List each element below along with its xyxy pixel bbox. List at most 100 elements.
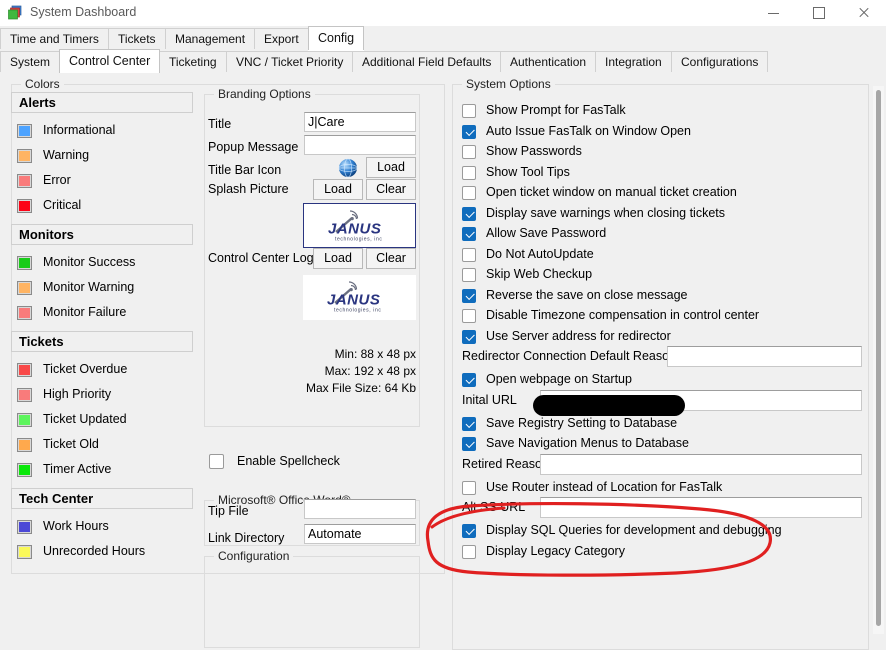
checkbox-open-ticket-window-on-manual-ticket-creation[interactable] xyxy=(462,186,476,200)
svg-text:technologies, inc: technologies, inc xyxy=(335,237,382,243)
checkbox-show-tool-tips[interactable] xyxy=(462,165,476,180)
color-row[interactable]: Ticket Overdue xyxy=(11,359,197,385)
title-bar-icon-load-button[interactable]: Load xyxy=(366,157,416,178)
checkbox-use-router-instead-of-location-for-fastalk[interactable] xyxy=(462,480,476,495)
close-button[interactable] xyxy=(841,0,886,26)
color-swatch[interactable] xyxy=(17,413,32,427)
color-swatch[interactable] xyxy=(17,256,32,270)
title-input[interactable] xyxy=(304,112,416,132)
color-row[interactable]: Warning xyxy=(11,145,197,171)
checkbox-display-save-warnings-when-closing-tickets[interactable] xyxy=(462,206,476,221)
tab-config[interactable]: Config xyxy=(308,26,365,50)
subtab-system[interactable]: System xyxy=(0,51,61,72)
color-row[interactable]: Informational xyxy=(11,120,197,146)
subtab-ticketing[interactable]: Ticketing xyxy=(159,51,227,72)
color-row[interactable]: Monitor Failure xyxy=(11,302,197,328)
color-swatch[interactable] xyxy=(17,463,32,477)
label-redirector-connection-default-reason: Redirector Connection Default Reason xyxy=(462,349,677,363)
enable-spellcheck-checkbox[interactable] xyxy=(209,454,224,469)
input-retired-reason[interactable] xyxy=(540,453,862,475)
checkbox-save-registry-setting-to-database[interactable] xyxy=(462,416,476,431)
color-label: Informational xyxy=(43,123,116,137)
color-swatch[interactable] xyxy=(17,520,32,534)
link-directory-input[interactable] xyxy=(304,524,416,544)
color-swatch[interactable] xyxy=(17,174,32,188)
control-center-logo-preview: JANUS technologies, inc xyxy=(303,275,416,320)
color-swatch[interactable] xyxy=(17,388,32,402)
label-allow-save-password: Allow Save Password xyxy=(486,226,607,240)
color-row[interactable]: Ticket Old xyxy=(11,434,197,460)
tab-export[interactable]: Export xyxy=(254,28,309,49)
input-alt-ss-url[interactable] xyxy=(540,497,862,518)
color-row[interactable]: Critical xyxy=(11,195,197,221)
checkbox-disable-timezone-compensation-in-control-center[interactable] xyxy=(462,309,476,323)
label-open-webpage-on-startup: Open webpage on Startup xyxy=(486,372,632,386)
tab-tickets[interactable]: Tickets xyxy=(108,28,166,49)
branding-group-label: Branding Options xyxy=(214,87,315,101)
color-section-title: Alerts xyxy=(19,95,56,110)
configuration-group-label: Configuration xyxy=(214,549,294,563)
redaction-initial-url xyxy=(533,395,685,416)
splash-picture-load-button[interactable]: Load xyxy=(313,179,363,200)
label-do-not-autoupdate: Do Not AutoUpdate xyxy=(486,246,594,261)
label-display-legacy-category: Display Legacy Category xyxy=(486,543,625,558)
tab-time-and-timers[interactable]: Time and Timers xyxy=(0,28,109,49)
subtab-vnc-ticket-priority[interactable]: VNC / Ticket Priority xyxy=(226,51,354,72)
subtab-configurations[interactable]: Configurations xyxy=(671,51,769,72)
maximize-button[interactable] xyxy=(796,0,841,26)
label-show-tool-tips: Show Tool Tips xyxy=(486,164,570,179)
color-row[interactable]: Monitor Warning xyxy=(11,277,197,303)
color-row[interactable]: Ticket Updated xyxy=(11,409,197,435)
input-redirector-connection-default-reason[interactable] xyxy=(667,346,862,367)
color-row[interactable]: Monitor Success xyxy=(11,252,197,278)
color-swatch[interactable] xyxy=(17,199,32,213)
subtab-authentication[interactable]: Authentication xyxy=(500,51,597,72)
tab-management[interactable]: Management xyxy=(165,28,256,49)
color-row[interactable]: Work Hours xyxy=(11,516,197,542)
color-swatch-fill xyxy=(19,440,30,450)
color-row[interactable]: Unrecorded Hours xyxy=(11,541,197,567)
checkbox-auto-issue-fastalk-on-window-open[interactable] xyxy=(462,124,476,139)
color-row[interactable]: High Priority xyxy=(11,384,197,410)
checkbox-show-passwords[interactable] xyxy=(462,145,476,159)
color-row[interactable]: Error xyxy=(11,170,197,196)
primary-tab-bar: Time and Timers Tickets Management Export Co… xyxy=(0,26,886,50)
system-options-scrollbar[interactable] xyxy=(873,86,884,634)
color-swatch[interactable] xyxy=(17,545,32,559)
color-section-title: Tech Center xyxy=(19,491,94,506)
color-row[interactable]: Timer Active xyxy=(11,459,197,485)
label-show-prompt-for-fastalk: Show Prompt for FasTalk xyxy=(486,103,626,117)
control-center-logo-clear-button[interactable]: Clear xyxy=(366,248,416,269)
color-swatch[interactable] xyxy=(17,438,32,452)
minimize-icon xyxy=(768,12,779,14)
checkbox-display-sql-queries-for-development-and-debugging[interactable] xyxy=(462,524,476,538)
checkbox-save-navigation-menus-to-database[interactable] xyxy=(462,437,476,451)
checkbox-do-not-autoupdate[interactable] xyxy=(462,247,476,262)
color-swatch[interactable] xyxy=(17,149,32,163)
color-swatch[interactable] xyxy=(17,306,32,320)
subtab-integration[interactable]: Integration xyxy=(595,51,672,72)
checkbox-skip-web-checkup[interactable] xyxy=(462,268,476,282)
color-swatch[interactable] xyxy=(17,363,32,377)
control-center-logo-load-button[interactable]: Load xyxy=(313,248,363,269)
subtab-additional-field-defaults[interactable]: Additional Field Defaults xyxy=(352,51,502,72)
tip-file-input[interactable] xyxy=(304,499,416,519)
label-skip-web-checkup: Skip Web Checkup xyxy=(486,267,593,281)
checkbox-allow-save-password[interactable] xyxy=(462,227,476,241)
popup-message-input[interactable] xyxy=(304,135,416,155)
checkbox-display-legacy-category[interactable] xyxy=(462,544,476,559)
checkbox-reverse-the-save-on-close-message[interactable] xyxy=(462,288,476,303)
globe-icon xyxy=(338,158,358,181)
checkbox-show-prompt-for-fastalk[interactable] xyxy=(462,104,476,118)
subtab-control-center[interactable]: Control Center xyxy=(59,49,161,73)
color-swatch[interactable] xyxy=(17,281,32,295)
minimize-button[interactable] xyxy=(751,0,796,26)
checkbox-open-webpage-on-startup[interactable] xyxy=(462,373,476,387)
label-alt-ss-url: Alt SS URL xyxy=(462,500,526,514)
close-icon xyxy=(858,7,870,19)
color-swatch[interactable] xyxy=(17,124,32,138)
checkbox-use-server-address-for-redirector[interactable] xyxy=(462,329,476,344)
scrollbar-thumb[interactable] xyxy=(876,90,881,626)
splash-picture-clear-button[interactable]: Clear xyxy=(366,179,416,200)
color-swatch-fill xyxy=(19,522,30,532)
